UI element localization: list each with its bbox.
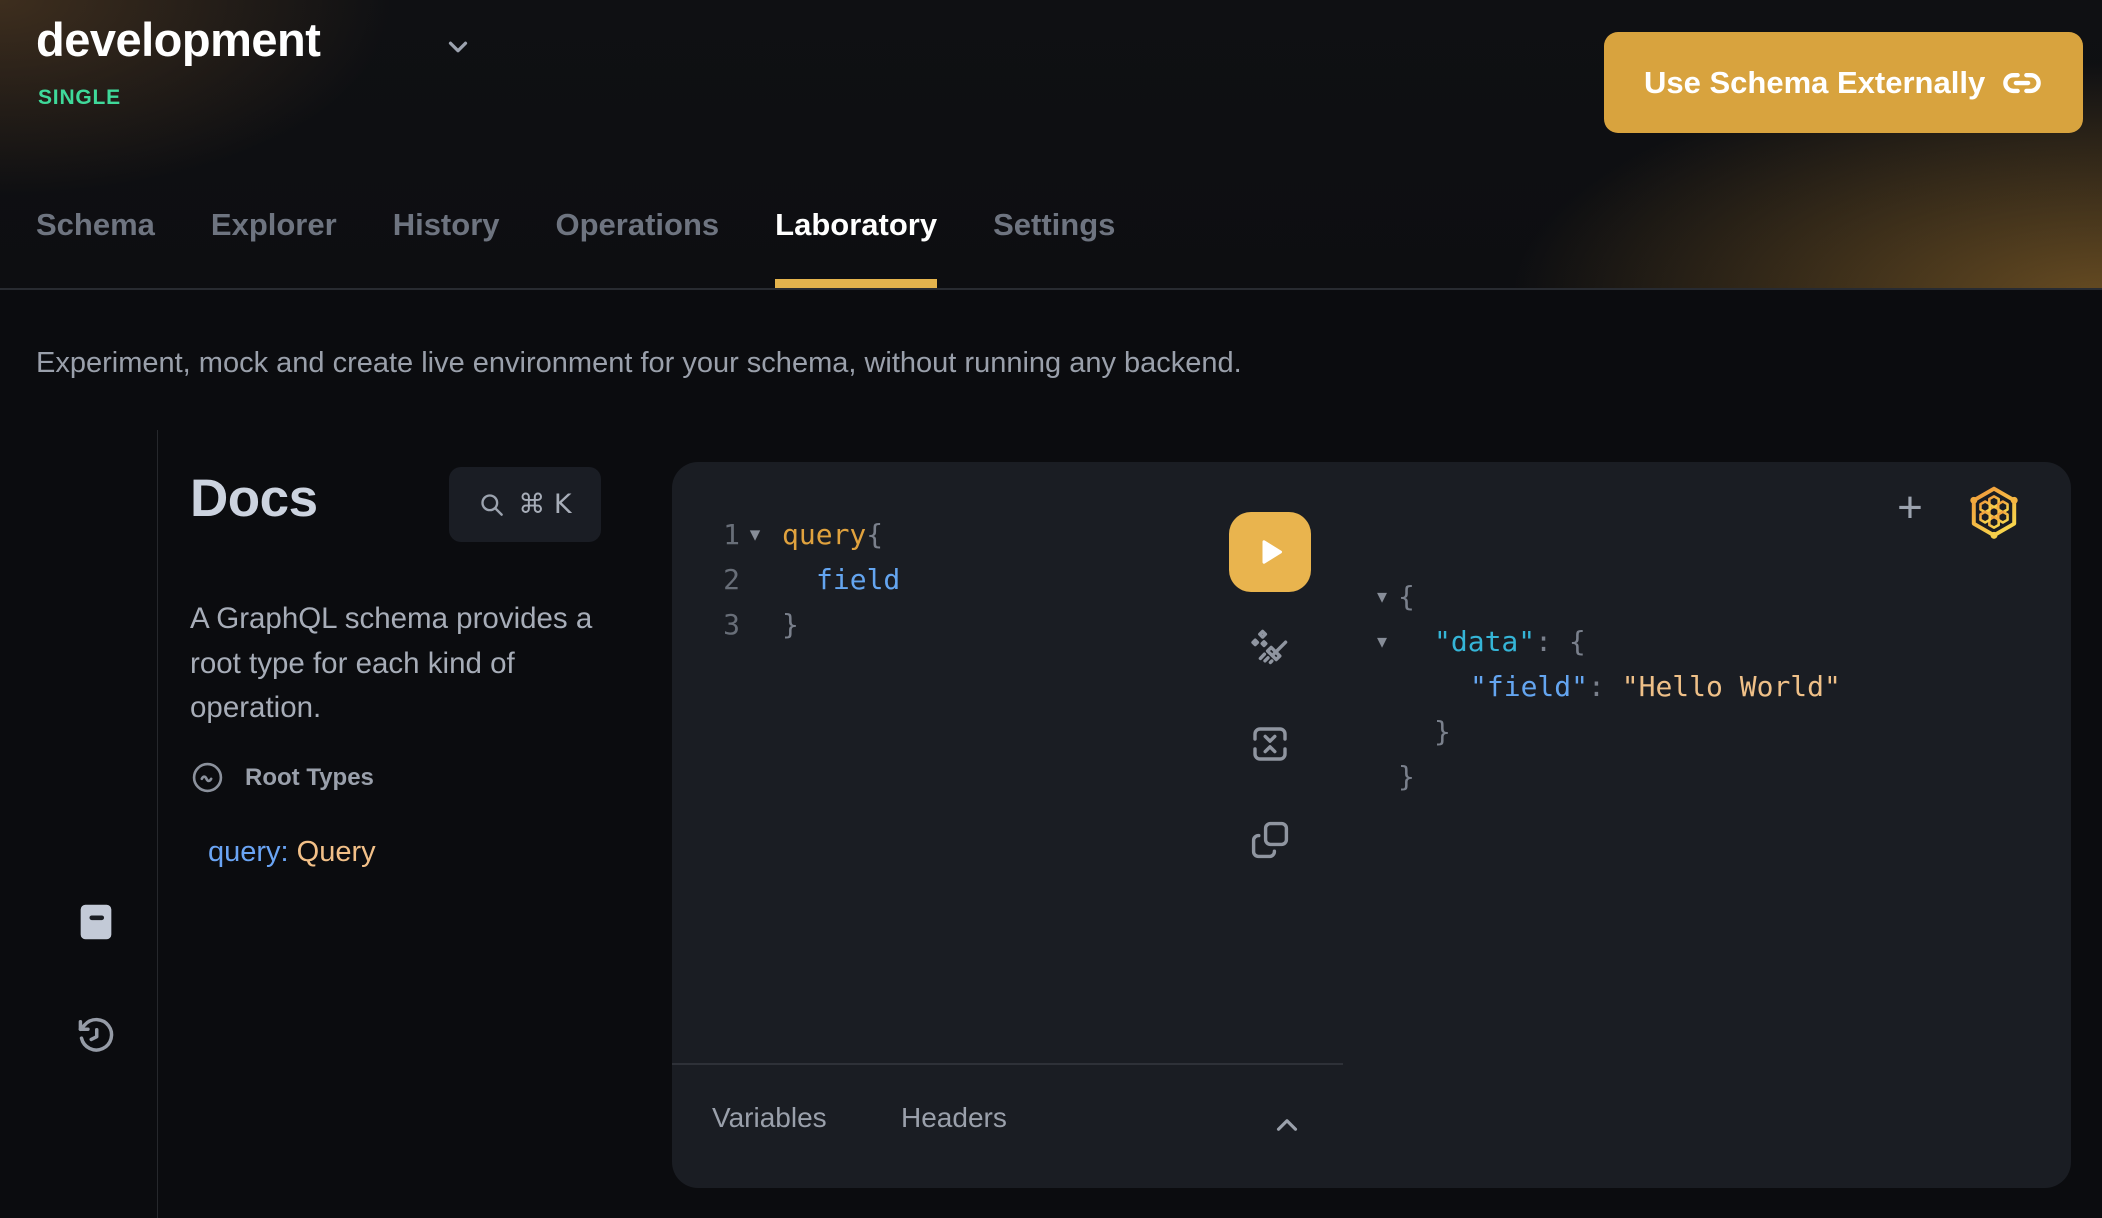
query-keyword: query — [782, 518, 866, 551]
open-brace: { — [1398, 574, 1415, 619]
page-description: Experiment, mock and create live environ… — [36, 347, 1242, 380]
docs-icon[interactable] — [73, 899, 119, 945]
line-number: 2 — [714, 557, 740, 602]
data-key: "data" — [1434, 625, 1535, 658]
use-schema-externally-button[interactable]: Use Schema Externally — [1604, 32, 2083, 133]
response-line: ▾ "data": { — [1366, 619, 1841, 664]
history-icon[interactable] — [74, 1014, 118, 1058]
collapse-panel-chevron-icon[interactable] — [1270, 1108, 1304, 1142]
link-icon — [2001, 62, 2043, 104]
root-field-name: query — [208, 836, 281, 868]
operation-card: 1 ▾ query{ 2 field 3 } — [672, 462, 2071, 1188]
project-title: development — [36, 12, 320, 67]
editor-footer-divider — [672, 1063, 1343, 1065]
response-viewer: ▾ { ▾ "data": { "field": "Hello World" }… — [1366, 574, 1841, 799]
search-icon — [478, 491, 505, 518]
project-type-badge: SINGLE — [38, 86, 121, 110]
root-types-label: Root Types — [245, 764, 374, 792]
search-shortcut-label: ⌘ K — [518, 489, 571, 520]
root-query-link[interactable]: query: Query — [208, 836, 376, 869]
main-tab-bar: Schema Explorer History Operations Labor… — [36, 207, 1115, 288]
open-brace: { — [1569, 625, 1586, 658]
root-type-name: Query — [297, 836, 376, 868]
editor-line: 3 } — [714, 602, 900, 647]
close-brace: } — [1398, 709, 1451, 754]
header: development SINGLE Use Schema Externally… — [0, 0, 2102, 290]
docs-panel-title: Docs — [190, 468, 318, 529]
line-number: 1 — [714, 512, 740, 557]
tab-settings[interactable]: Settings — [993, 207, 1115, 288]
root-types-icon — [190, 760, 225, 795]
tab-history[interactable]: History — [393, 207, 500, 288]
fold-triangle-icon[interactable]: ▾ — [1366, 619, 1398, 664]
project-dropdown-chevron-icon[interactable] — [443, 32, 473, 62]
response-line: "field": "Hello World" — [1366, 664, 1841, 709]
open-brace: { — [866, 518, 883, 551]
field-value: "Hello World" — [1622, 670, 1841, 703]
field-token: field — [816, 563, 900, 596]
merge-fragments-icon[interactable] — [1246, 720, 1294, 768]
response-line: } — [1366, 709, 1841, 754]
tab-variables[interactable]: Variables — [712, 1102, 827, 1134]
root-field-separator: : — [281, 836, 297, 868]
tab-operations[interactable]: Operations — [556, 207, 720, 288]
tab-laboratory[interactable]: Laboratory — [775, 207, 937, 288]
close-brace: } — [782, 608, 799, 641]
query-editor[interactable]: 1 ▾ query{ 2 field 3 } — [714, 512, 900, 647]
response-line: } — [1366, 754, 1841, 799]
laboratory-sidebar: ⌘ ⚙ — [0, 430, 158, 1218]
response-line: ▾ { — [1366, 574, 1841, 619]
hive-logo-icon[interactable] — [1966, 484, 2022, 540]
prettify-icon[interactable] — [1246, 625, 1294, 673]
tab-headers[interactable]: Headers — [901, 1102, 1007, 1134]
editor-line: 1 ▾ query{ — [714, 512, 900, 557]
fold-triangle-icon[interactable]: ▾ — [1366, 574, 1398, 619]
copy-query-icon[interactable] — [1246, 816, 1294, 864]
play-icon — [1252, 534, 1288, 570]
field-key: "field" — [1470, 670, 1588, 703]
execute-query-button[interactable] — [1229, 512, 1311, 592]
new-operation-tab-button[interactable]: + — [1888, 486, 1932, 530]
line-number: 3 — [714, 602, 740, 647]
laboratory-page: development SINGLE Use Schema Externally… — [0, 0, 2102, 1218]
docs-search-button[interactable]: ⌘ K — [449, 467, 601, 542]
editor-line: 2 field — [714, 557, 900, 602]
use-schema-externally-label: Use Schema Externally — [1644, 65, 1985, 101]
tab-explorer[interactable]: Explorer — [211, 207, 337, 288]
fold-triangle-icon[interactable]: ▾ — [740, 512, 770, 557]
tab-schema[interactable]: Schema — [36, 207, 155, 288]
close-brace: } — [1398, 754, 1415, 799]
root-types-section: Root Types — [190, 760, 374, 795]
docs-description: A GraphQL schema provides a root type fo… — [190, 597, 622, 731]
